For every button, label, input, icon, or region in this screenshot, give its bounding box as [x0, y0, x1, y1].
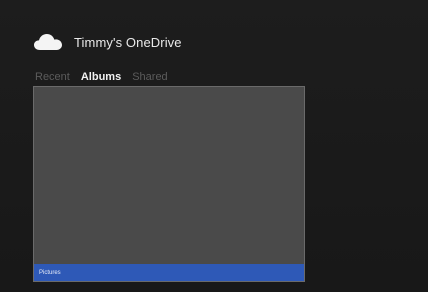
album-tile-pictures[interactable]: Pictures: [33, 86, 305, 282]
tab-bar: Recent Albums Shared: [35, 71, 168, 83]
onedrive-app: Timmy's OneDrive Recent Albums Shared Pi…: [0, 0, 428, 292]
tab-recent[interactable]: Recent: [35, 71, 70, 83]
app-header: Timmy's OneDrive: [33, 30, 182, 54]
album-label-bar: Pictures: [34, 264, 304, 281]
page-title: Timmy's OneDrive: [74, 34, 182, 50]
tab-albums[interactable]: Albums: [81, 71, 121, 83]
cloud-icon: [34, 34, 62, 50]
tab-shared[interactable]: Shared: [132, 71, 167, 83]
album-label: Pictures: [39, 269, 61, 276]
